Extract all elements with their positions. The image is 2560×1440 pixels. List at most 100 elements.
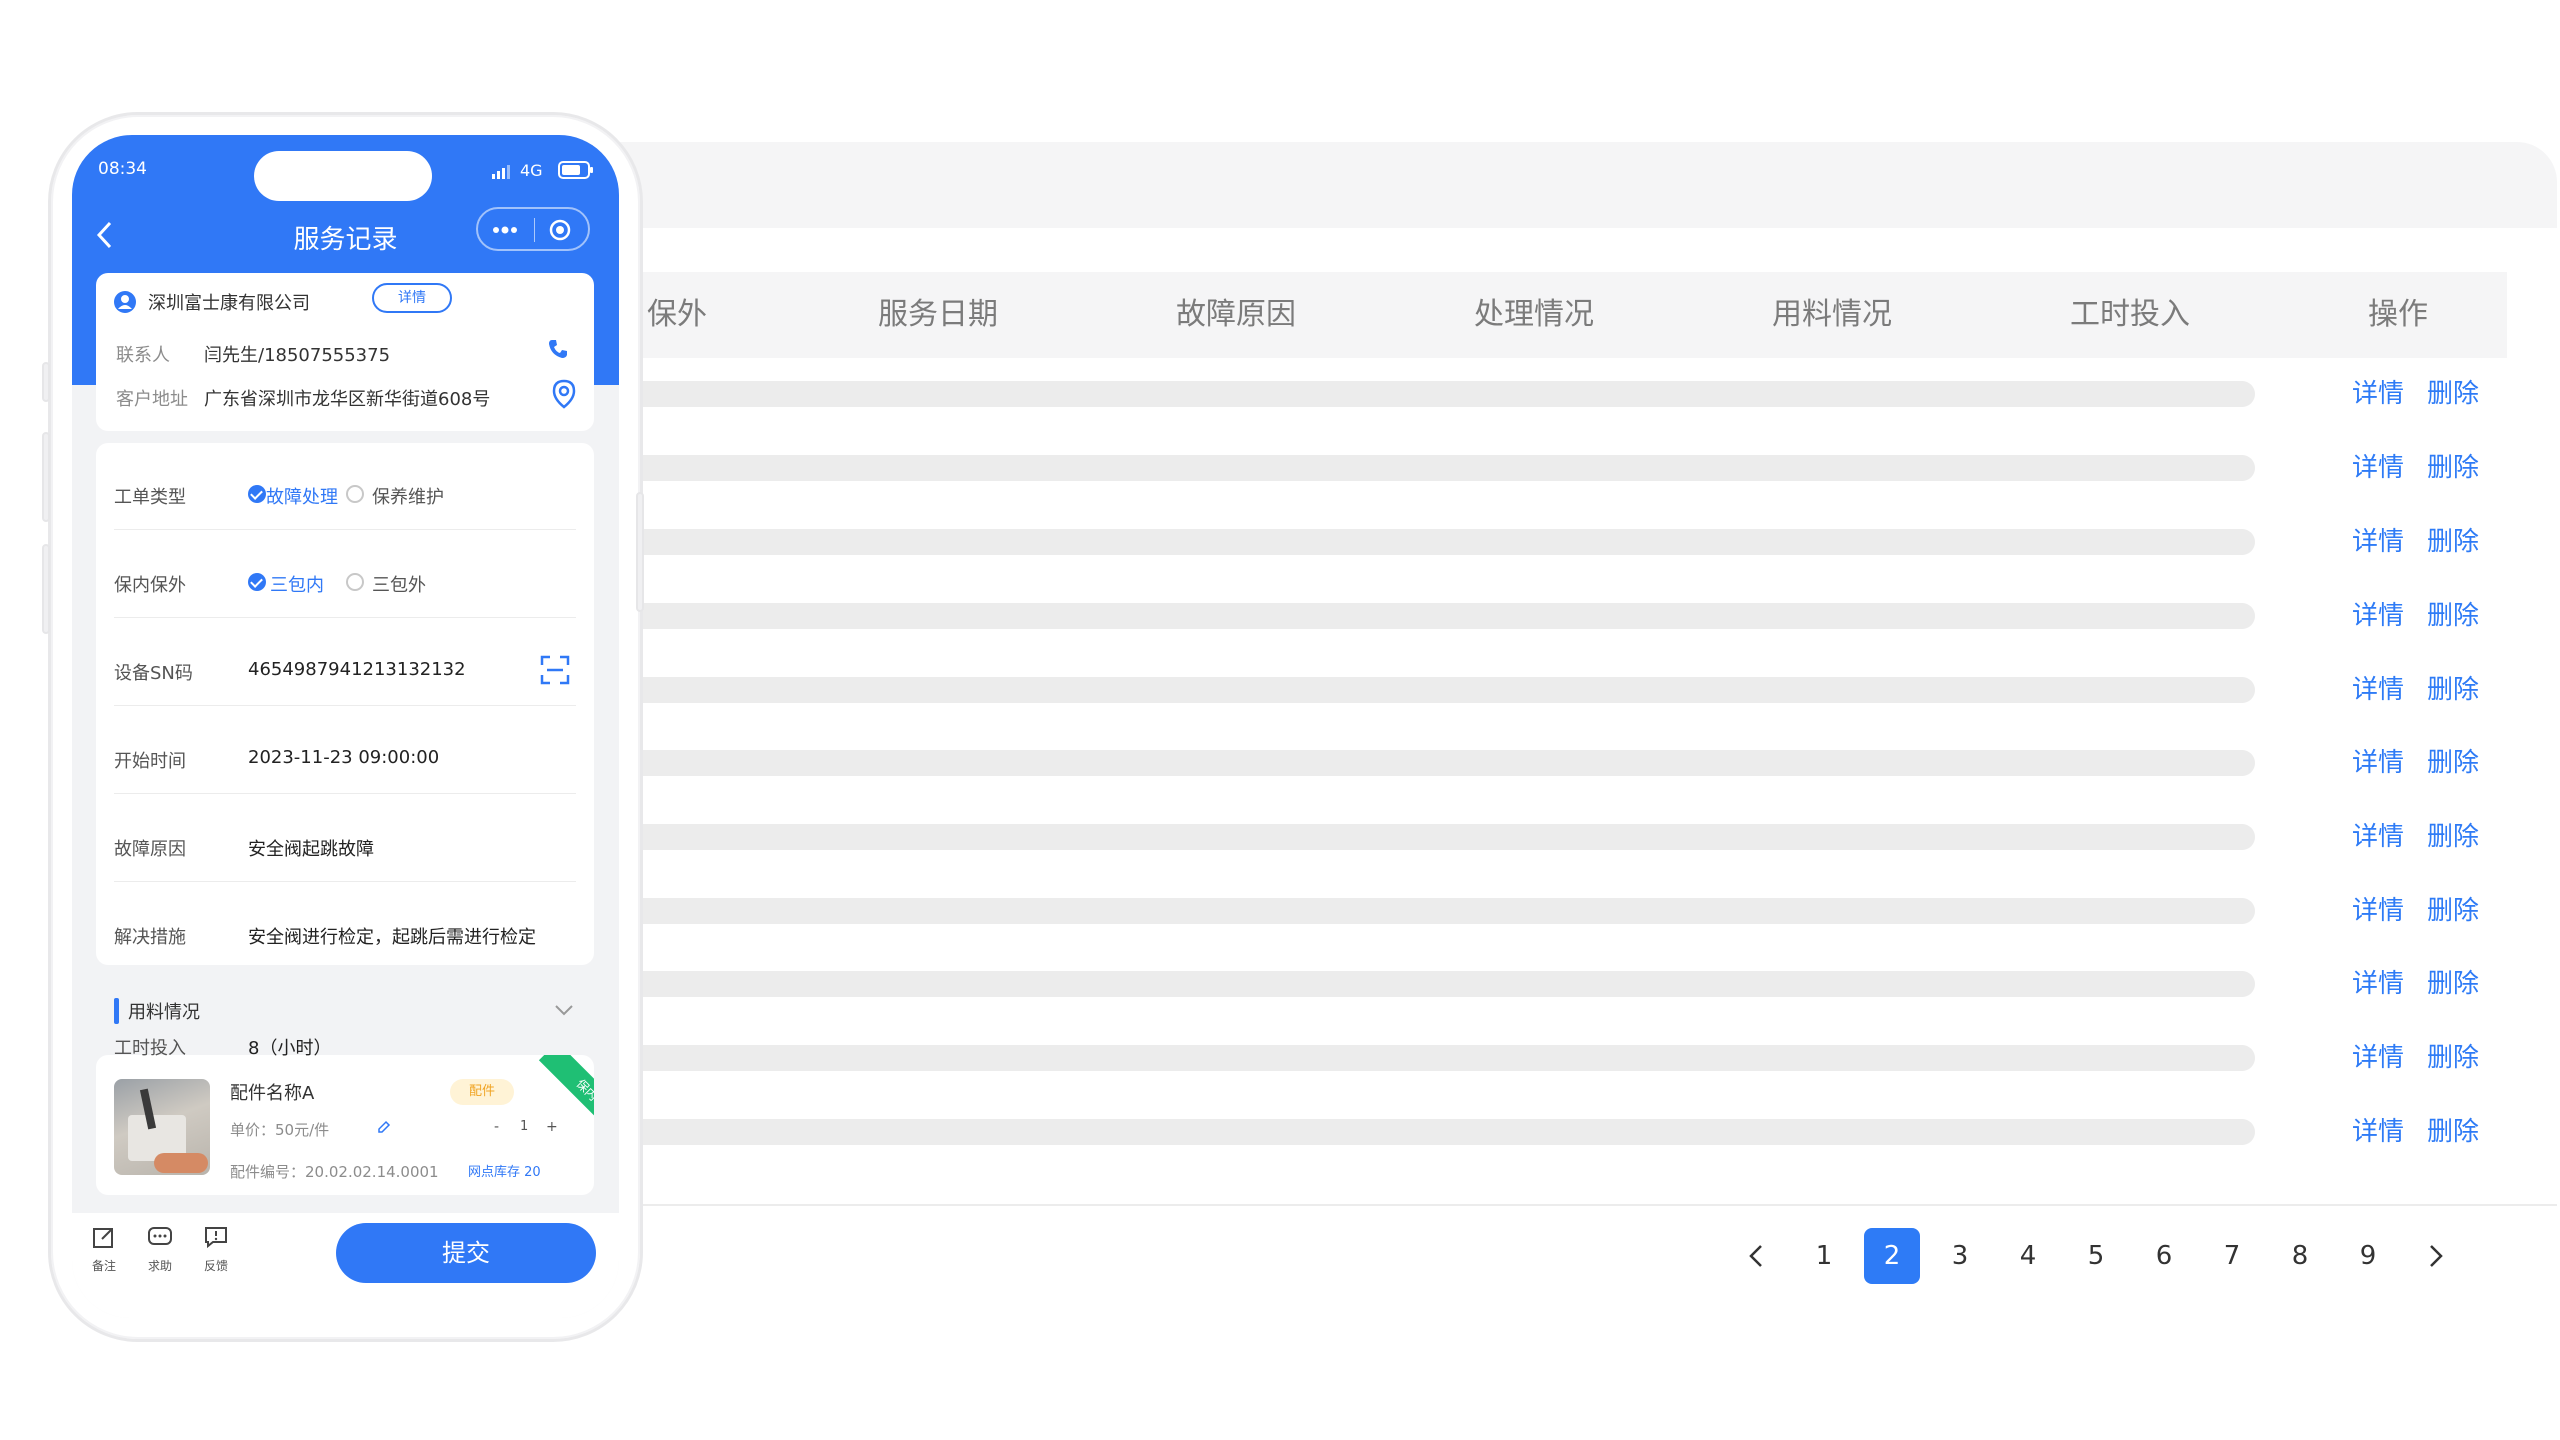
table-row: 详情 删除 (560, 1096, 2557, 1169)
detail-link[interactable]: 详情 (2352, 592, 2404, 640)
fault-cause-value[interactable]: 安全阀起跳故障 (248, 835, 374, 861)
navigation-bar: 服务记录 (72, 207, 619, 267)
col-fault-cause: 故障原因 (1176, 297, 1296, 332)
table-row: 详情 删除 (560, 580, 2557, 653)
delete-link[interactable]: 删除 (2427, 592, 2479, 640)
submit-button[interactable]: 提交 (336, 1223, 596, 1283)
page-5[interactable]: 5 (2068, 1228, 2124, 1284)
table-row: 详情 删除 (560, 654, 2557, 727)
detail-link[interactable]: 详情 (2352, 739, 2404, 787)
work-order-form: 工单类型 故障处理 保养维护 保内保外 三包内 三包外 设备SN码 465498… (96, 443, 594, 965)
page-9[interactable]: 9 (2340, 1228, 2396, 1284)
delete-link[interactable]: 删除 (2427, 960, 2479, 1008)
table-row: 详情 删除 (560, 506, 2557, 579)
next-page-button[interactable] (2408, 1228, 2464, 1284)
radio-fault-handling-checked[interactable] (248, 485, 266, 503)
detail-link[interactable]: 详情 (2352, 666, 2404, 714)
chevron-down-icon[interactable] (554, 1004, 574, 1016)
row-placeholder (560, 971, 2255, 997)
phone-side-button (42, 544, 50, 634)
signal-icon (492, 165, 510, 179)
col-warranty: 保外 (647, 297, 707, 332)
help-button[interactable]: 求助 (136, 1225, 184, 1274)
delete-link[interactable]: 删除 (2427, 444, 2479, 492)
edit-pencil-icon[interactable] (376, 1119, 392, 1135)
company-name: 深圳富士康有限公司 (148, 293, 310, 314)
hours-label: 工时投入 (114, 1038, 186, 1059)
radio-fault-handling-label[interactable]: 故障处理 (266, 483, 338, 509)
col-actions: 操作 (2368, 297, 2428, 332)
delete-link[interactable]: 删除 (2427, 813, 2479, 861)
page-4[interactable]: 4 (2000, 1228, 2056, 1284)
customer-detail-button[interactable]: 详情 (372, 283, 452, 313)
row-divider (114, 705, 576, 706)
feedback-icon (205, 1227, 227, 1249)
col-materials: 用料情况 (1772, 297, 1892, 332)
capsule-divider (534, 218, 535, 242)
phone-power-button (636, 492, 644, 612)
detail-link[interactable]: 详情 (2352, 960, 2404, 1008)
delete-link[interactable]: 删除 (2427, 739, 2479, 787)
status-bar: 08:34 4G (72, 135, 619, 201)
radio-out-warranty[interactable] (346, 573, 364, 591)
close-target-icon[interactable] (548, 218, 572, 242)
quantity-value[interactable]: 1 (520, 1119, 528, 1134)
hours-value[interactable]: 8（小时） (248, 1034, 331, 1060)
part-code: 配件编号：20.02.02.14.0001 (230, 1163, 439, 1181)
feedback-label: 反馈 (203, 1259, 228, 1273)
table-row: 详情 删除 (560, 801, 2557, 874)
start-time-value[interactable]: 2023-11-23 09:00:00 (248, 747, 439, 768)
scan-icon[interactable] (540, 655, 570, 685)
detail-link[interactable]: 详情 (2352, 887, 2404, 935)
page-2-current[interactable]: 2 (1864, 1228, 1920, 1284)
delete-link[interactable]: 删除 (2427, 518, 2479, 566)
location-pin-icon[interactable] (552, 379, 576, 409)
delete-link[interactable]: 删除 (2427, 1034, 2479, 1082)
row-placeholder (560, 677, 2255, 703)
note-button[interactable]: 备注 (80, 1225, 128, 1274)
help-label: 求助 (147, 1259, 172, 1273)
sn-value[interactable]: 4654987941213132132 (248, 659, 466, 680)
bottom-action-bar: 备注 求助 反馈 提交 (72, 1213, 619, 1318)
page-3[interactable]: 3 (1932, 1228, 1988, 1284)
feedback-button[interactable]: 反馈 (192, 1225, 240, 1274)
quantity-increase[interactable]: + (546, 1119, 558, 1135)
detail-link[interactable]: 详情 (2352, 518, 2404, 566)
detail-link[interactable]: 详情 (2352, 813, 2404, 861)
detail-link[interactable]: 详情 (2352, 1034, 2404, 1082)
delete-link[interactable]: 删除 (2427, 887, 2479, 935)
contact-value: 闫先生/18507555375 (204, 345, 391, 366)
quantity-decrease[interactable]: - (494, 1119, 499, 1135)
detail-link[interactable]: 详情 (2352, 1108, 2404, 1156)
delete-link[interactable]: 删除 (2427, 666, 2479, 714)
prev-page-button[interactable] (1728, 1228, 1784, 1284)
table-row: 详情 删除 (560, 1022, 2557, 1095)
order-type-label: 工单类型 (114, 487, 186, 508)
table-header: 保外 服务日期 故障原因 处理情况 用料情况 工时投入 操作 (560, 272, 2507, 358)
col-hours: 工时投入 (2070, 297, 2190, 332)
solution-label: 解决措施 (114, 927, 186, 948)
detail-link[interactable]: 详情 (2352, 370, 2404, 418)
delete-link[interactable]: 删除 (2427, 1108, 2479, 1156)
more-icon[interactable] (492, 226, 518, 234)
page-6[interactable]: 6 (2136, 1228, 2192, 1284)
thumbnail-shape (154, 1153, 208, 1173)
dynamic-island (254, 151, 432, 201)
phone-call-icon[interactable] (546, 337, 570, 361)
page-8[interactable]: 8 (2272, 1228, 2328, 1284)
radio-in-warranty-checked[interactable] (248, 573, 266, 591)
row-placeholder (560, 529, 2255, 555)
col-service-date: 服务日期 (878, 297, 998, 332)
radio-in-warranty-label[interactable]: 三包内 (270, 571, 324, 597)
delete-link[interactable]: 删除 (2427, 370, 2479, 418)
radio-maintenance[interactable] (346, 485, 364, 503)
table-row: 详情 删除 (560, 358, 2557, 431)
solution-value[interactable]: 安全阀进行检定，起跳后需进行检定 (248, 923, 536, 949)
page-7[interactable]: 7 (2204, 1228, 2260, 1284)
page-1[interactable]: 1 (1796, 1228, 1852, 1284)
warranty-label: 保内保外 (114, 575, 186, 596)
radio-out-warranty-label[interactable]: 三包外 (372, 571, 426, 597)
detail-link[interactable]: 详情 (2352, 444, 2404, 492)
address-value: 广东省深圳市龙华区新华街道608号 (204, 389, 491, 410)
radio-maintenance-label[interactable]: 保养维护 (372, 483, 444, 509)
